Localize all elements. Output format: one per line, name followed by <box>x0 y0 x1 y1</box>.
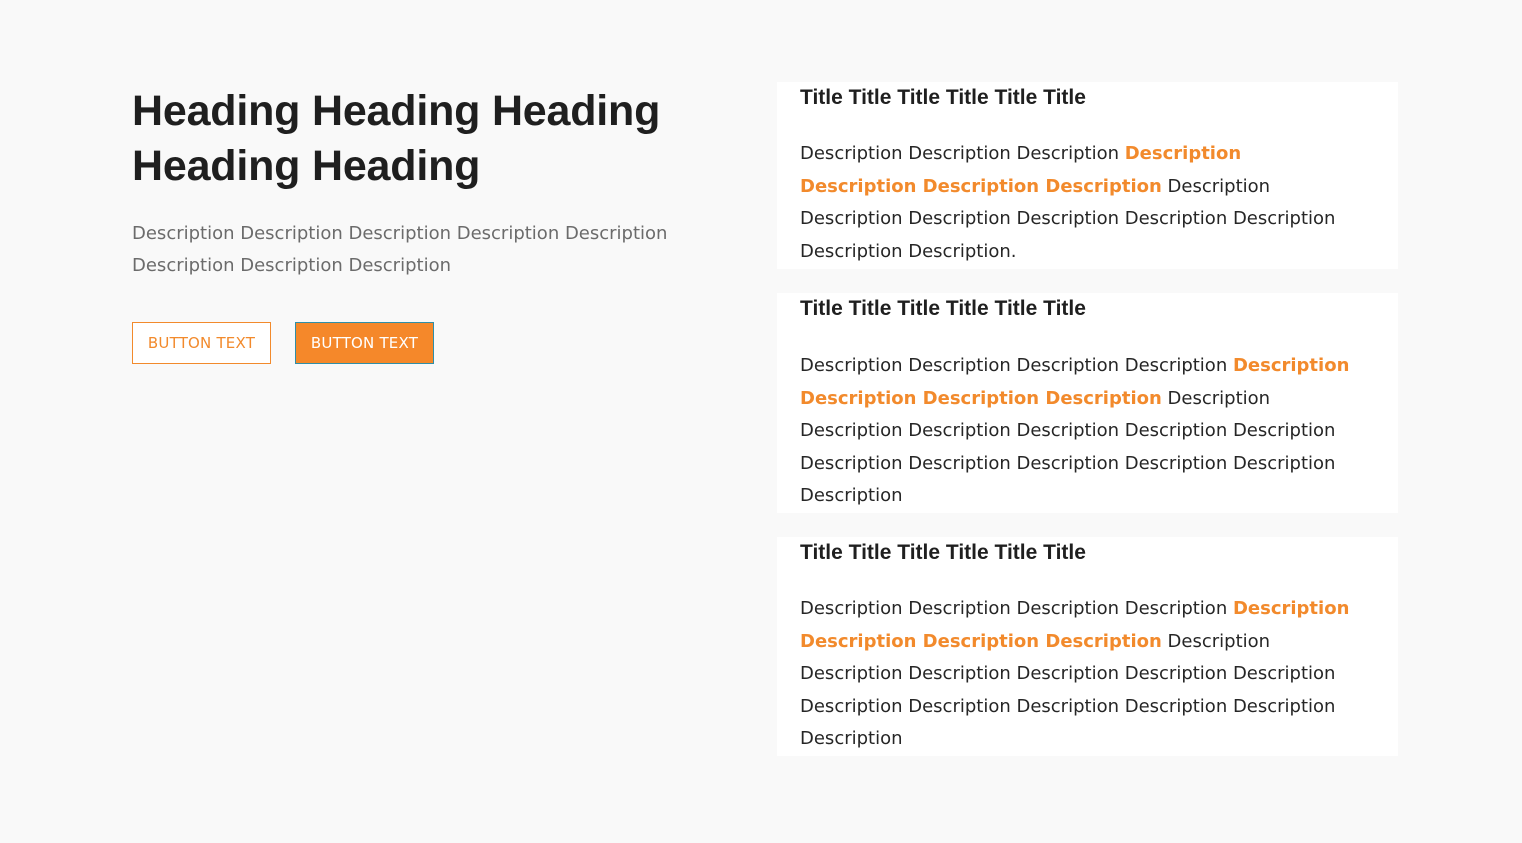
card-title: Title Title Title Title Title Title <box>800 86 1086 109</box>
outline-button[interactable]: BUTTON TEXT <box>132 322 271 364</box>
card-description: Description Description Description Desc… <box>800 138 1360 268</box>
feature-card-1: Title Title Title Title Title Title Desc… <box>777 82 1398 269</box>
card-description-lead: Description Description Description <box>800 143 1119 164</box>
card-description: Description Description Description Desc… <box>800 593 1360 756</box>
feature-card-3: Title Title Title Title Title Title Desc… <box>777 537 1398 756</box>
card-title: Title Title Title Title Title Title <box>800 297 1086 320</box>
primary-button[interactable]: BUTTON TEXT <box>295 322 434 364</box>
hero-heading: Heading Heading Heading Heading Heading <box>132 87 661 190</box>
feature-card-2: Title Title Title Title Title Title Desc… <box>777 293 1398 513</box>
card-description-lead: Description Description Description Desc… <box>800 355 1228 376</box>
hero-section: Heading Heading Heading Heading Heading … <box>132 84 692 364</box>
hero-buttons: BUTTON TEXT BUTTON TEXT <box>132 322 692 364</box>
card-title: Title Title Title Title Title Title <box>800 541 1086 564</box>
hero-description: Description Description Description Desc… <box>132 223 668 276</box>
card-description-lead: Description Description Description Desc… <box>800 598 1228 619</box>
card-description: Description Description Description Desc… <box>800 350 1360 513</box>
